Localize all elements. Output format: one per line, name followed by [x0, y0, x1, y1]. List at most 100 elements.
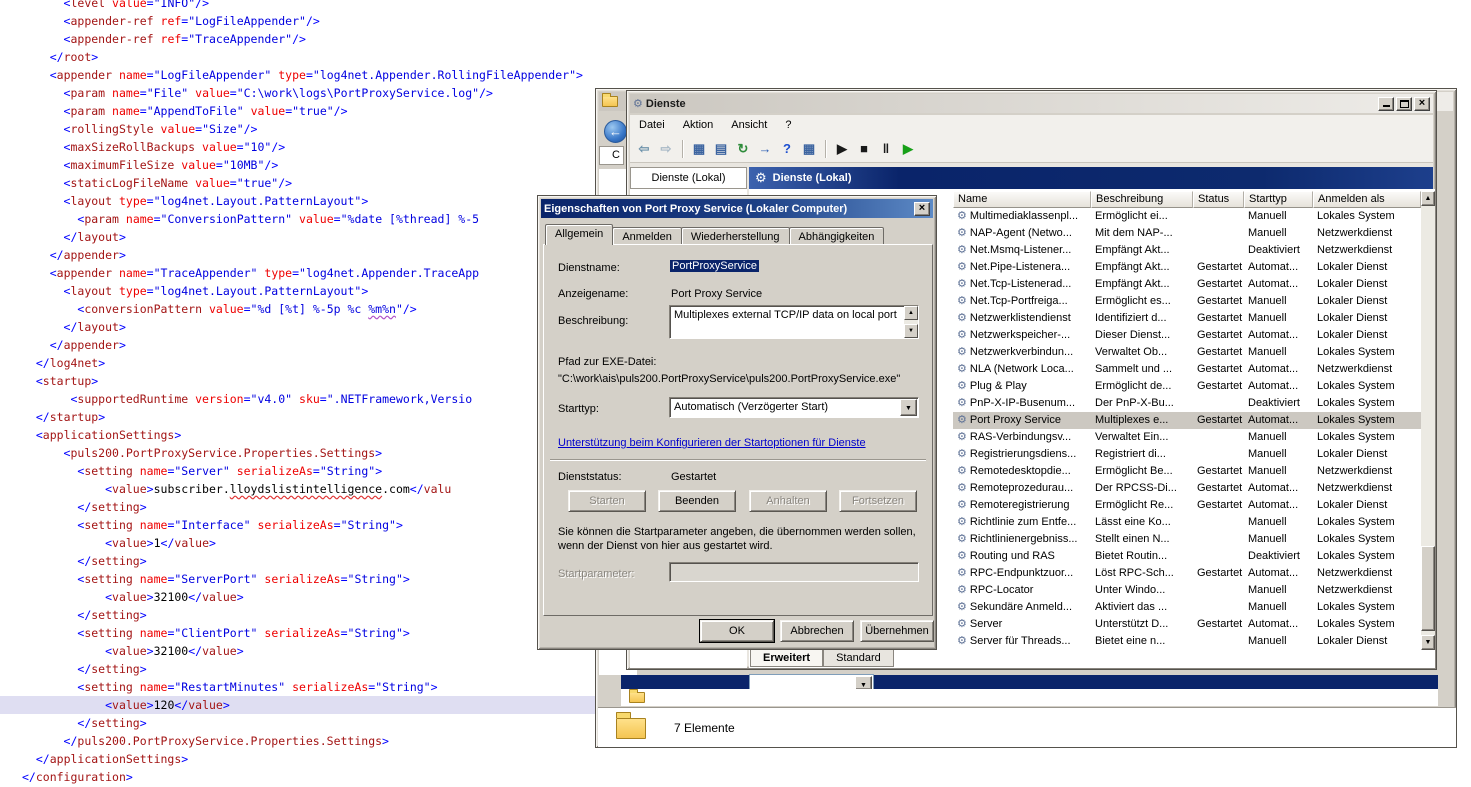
service-row[interactable]: ⚙Netzwerkspeicher-...Dieser Dienst...Ges…	[953, 327, 1421, 344]
code-line[interactable]: <rollingStyle value="Size"/>	[0, 120, 597, 138]
service-row[interactable]: ⚙Registrierungsdiens...Registriert di...…	[953, 446, 1421, 463]
minimize-button[interactable]	[1378, 97, 1394, 111]
code-line[interactable]: <value>120</value>	[0, 696, 597, 714]
code-line[interactable]: <setting name="Server" serializeAs="Stri…	[0, 462, 597, 480]
button-ok[interactable]: OK	[700, 620, 774, 642]
code-line[interactable]: <startup>	[0, 372, 597, 390]
close-button[interactable]: ×	[1414, 97, 1430, 111]
properties-icon[interactable]: ▤	[711, 139, 731, 159]
service-row[interactable]: ⚙RemoteregistrierungErmöglicht Re...Gest…	[953, 497, 1421, 514]
code-editor[interactable]: <level value="INFO"/> <appender-ref ref=…	[0, 0, 620, 786]
service-row[interactable]: ⚙ServerUnterstützt D...GestartetAutomat.…	[953, 616, 1421, 633]
code-line[interactable]: <value>subscriber.lloydslistintelligence…	[0, 480, 597, 498]
code-line[interactable]: <conversionPattern value="%d [%t] %-5p %…	[0, 300, 597, 318]
back-icon[interactable]: ←	[604, 120, 627, 143]
service-row[interactable]: ⚙Port Proxy ServiceMultiplexes e...Gesta…	[953, 412, 1421, 429]
service-row[interactable]: ⚙Net.Pipe-Listenera...Empfängt Akt...Ges…	[953, 259, 1421, 276]
column-header-name[interactable]: Name	[953, 191, 1091, 208]
code-line[interactable]: </root>	[0, 48, 597, 66]
selected-file-row[interactable]	[621, 675, 1438, 689]
restart-service-icon[interactable]: ▶	[898, 139, 918, 159]
back-icon[interactable]: ⇦	[634, 139, 654, 159]
services-titlebar[interactable]: ⚙ Dienste ×	[630, 94, 1433, 113]
tab-wiederherstellung[interactable]: Wiederherstellung	[681, 227, 790, 245]
service-row[interactable]: ⚙Sekundäre Anmeld...Aktiviert das ...Man…	[953, 599, 1421, 616]
dialog-titlebar[interactable]: Eigenschaften von Port Proxy Service (Lo…	[541, 199, 933, 218]
chevron-down-icon[interactable]: ▼	[900, 399, 917, 416]
export-list-icon[interactable]: →	[755, 139, 775, 159]
code-line[interactable]: <value>32100</value>	[0, 642, 597, 660]
code-line[interactable]: </appender>	[0, 246, 597, 264]
service-row[interactable]: ⚙NAP-Agent (Netwo...Mit dem NAP-...Manue…	[953, 225, 1421, 242]
service-row[interactable]: ⚙Multimediaklassenpl...Ermöglicht ei...M…	[953, 208, 1421, 225]
code-line[interactable]: <staticLogFileName value="true"/>	[0, 174, 597, 192]
service-row[interactable]: ⚙Richtlinienergebniss...Stellt einen N..…	[953, 531, 1421, 548]
service-row[interactable]: ⚙Net.Tcp-Portfreiga...Ermöglicht es...Ge…	[953, 293, 1421, 310]
service-row[interactable]: ⚙PnP-X-IP-Busenum...Der PnP-X-Bu...Deakt…	[953, 395, 1421, 412]
scrollbar-thumb[interactable]	[1421, 546, 1435, 631]
code-line[interactable]: <param name="ConversionPattern" value="%…	[0, 210, 597, 228]
code-line[interactable]: </setting>	[0, 660, 597, 678]
startoptionen-link[interactable]: Unterstützung beim Konfigurieren der Sta…	[558, 437, 866, 449]
maximize-button[interactable]	[1396, 97, 1412, 111]
help-icon[interactable]: ?	[777, 139, 797, 159]
service-row[interactable]: ⚙Remoteprozedurau...Der RPCSS-Di...Gesta…	[953, 480, 1421, 497]
code-line[interactable]: <appender name="TraceAppender" type="log…	[0, 264, 597, 282]
menu-item-ansicht[interactable]: Ansicht	[722, 115, 776, 135]
tab-abhngigkeiten[interactable]: Abhängigkeiten	[789, 227, 885, 245]
scroll-down-icon[interactable]: ▼	[1421, 635, 1435, 650]
code-line[interactable]: <param name="AppendToFile" value="true"/…	[0, 102, 597, 120]
code-line[interactable]: </log4net>	[0, 354, 597, 372]
startparameter-input[interactable]	[669, 562, 919, 582]
code-line[interactable]: </setting>	[0, 714, 597, 732]
button-beenden[interactable]: Beenden	[658, 490, 736, 512]
code-line[interactable]: <setting name="Interface" serializeAs="S…	[0, 516, 597, 534]
button-fortsetzen[interactable]: Fortsetzen	[839, 490, 917, 512]
code-line[interactable]: <value>32100</value>	[0, 588, 597, 606]
code-line[interactable]: <param name="File" value="C:\work\logs\P…	[0, 84, 597, 102]
service-row[interactable]: ⚙Net.Tcp-Listenerad...Empfängt Akt...Ges…	[953, 276, 1421, 293]
scroll-up-icon[interactable]: ▲	[1421, 191, 1435, 206]
file-list-row[interactable]	[621, 689, 1438, 706]
code-line[interactable]: <supportedRuntime version="v4.0" sku=".N…	[0, 390, 597, 408]
code-line[interactable]: <setting name="ServerPort" serializeAs="…	[0, 570, 597, 588]
textbox-scrollbar[interactable]: ▲ ▼	[904, 306, 918, 338]
code-line[interactable]: <setting name="RestartMinutes" serialize…	[0, 678, 597, 696]
starttyp-select[interactable]: Automatisch (Verzögerter Start) ▼	[669, 397, 919, 418]
code-line[interactable]: </appender>	[0, 336, 597, 354]
chevron-down-icon[interactable]: ▼	[855, 676, 872, 690]
beschreibung-textbox[interactable]: Multiplexes external TCP/IP data on loca…	[669, 305, 919, 339]
code-line[interactable]: </puls200.PortProxyService.Properties.Se…	[0, 732, 597, 750]
code-line[interactable]: <appender-ref ref="LogFileAppender"/>	[0, 12, 597, 30]
start-service-icon[interactable]: ▶	[832, 139, 852, 159]
service-row[interactable]: ⚙Server für Threads...Bietet eine n...Ma…	[953, 633, 1421, 650]
console-tree-icon[interactable]: ▦	[689, 139, 709, 159]
column-header-status[interactable]: Status	[1193, 191, 1244, 208]
dienstname-value[interactable]: PortProxyService	[670, 260, 759, 272]
button-bernehmen[interactable]: Übernehmen	[860, 620, 934, 642]
code-line[interactable]: <puls200.PortProxyService.Properties.Set…	[0, 444, 597, 462]
button-abbrechen[interactable]: Abbrechen	[780, 620, 854, 642]
scroll-down-icon[interactable]: ▼	[904, 324, 918, 338]
console-tree-tab[interactable]: Dienste (Lokal)	[630, 167, 747, 189]
menu-item-aktion[interactable]: Aktion	[674, 115, 723, 135]
service-row[interactable]: ⚙NetzwerklistendienstIdentifiziert d...G…	[953, 310, 1421, 327]
close-icon[interactable]: ×	[914, 202, 930, 216]
code-line[interactable]: </setting>	[0, 552, 597, 570]
code-line[interactable]: <applicationSettings>	[0, 426, 597, 444]
button-starten[interactable]: Starten	[568, 490, 646, 512]
view-tab-erweitert[interactable]: Erweitert	[750, 650, 823, 667]
menu-item-datei[interactable]: Datei	[630, 115, 674, 135]
scroll-up-icon[interactable]: ▲	[904, 306, 918, 320]
code-line[interactable]: <value>1</value>	[0, 534, 597, 552]
code-line[interactable]: </configuration>	[0, 768, 597, 786]
service-row[interactable]: ⚙Net.Msmq-Listener...Empfängt Akt...Deak…	[953, 242, 1421, 259]
menu-item-hilfe[interactable]: ?	[776, 115, 800, 135]
code-line[interactable]: </layout>	[0, 318, 597, 336]
code-line[interactable]: </applicationSettings>	[0, 750, 597, 768]
service-row[interactable]: ⚙Remotedesktopdie...Ermöglicht Be...Gest…	[953, 463, 1421, 480]
view-tab-standard[interactable]: Standard	[823, 650, 894, 667]
column-header-starttyp[interactable]: Starttyp	[1244, 191, 1313, 208]
code-line[interactable]: </layout>	[0, 228, 597, 246]
stop-service-icon[interactable]: ■	[854, 139, 874, 159]
